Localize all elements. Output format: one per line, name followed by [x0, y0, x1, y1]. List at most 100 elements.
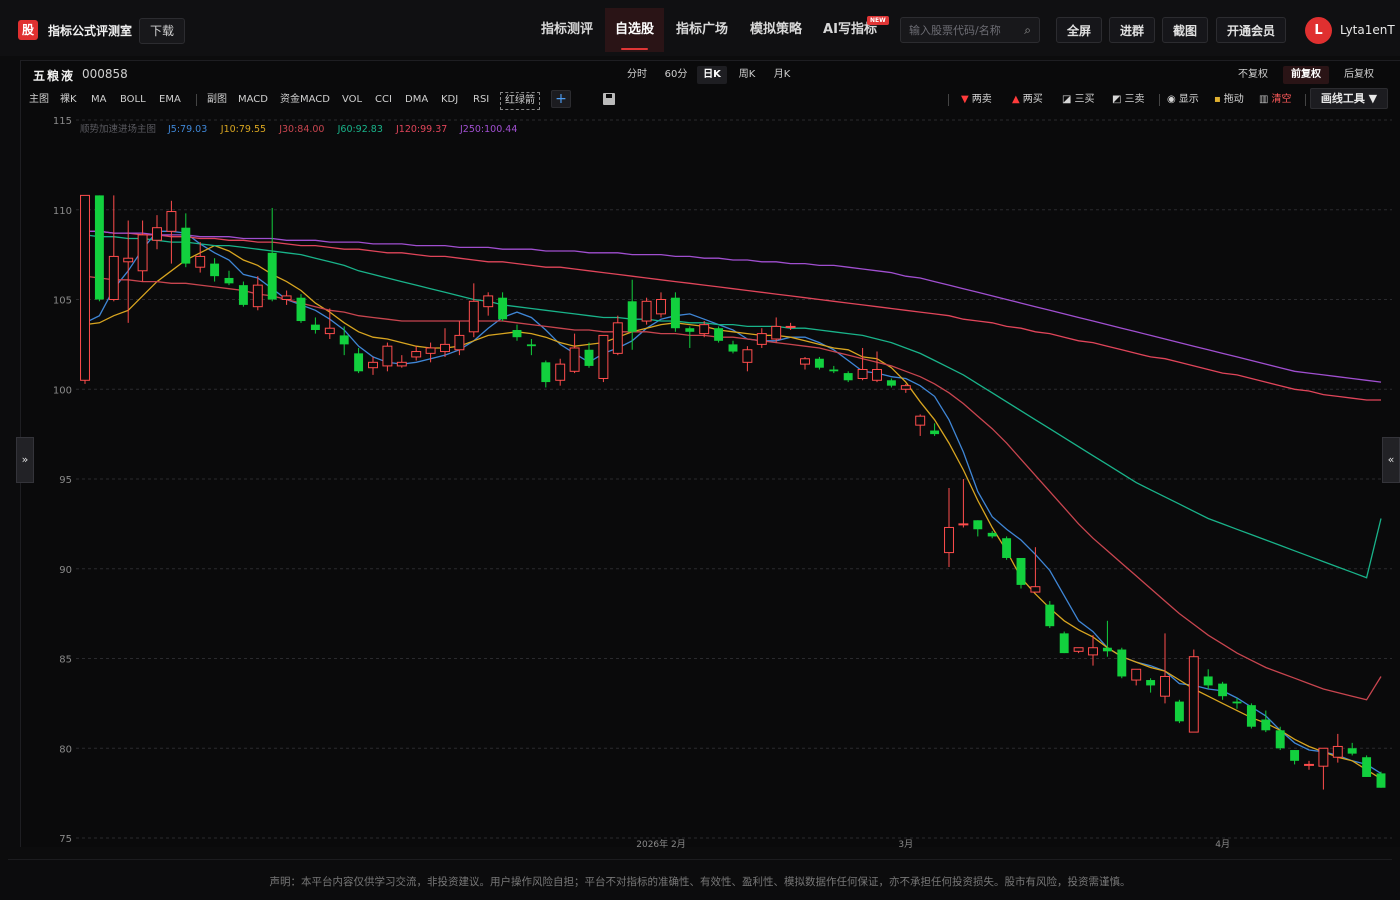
candle-body	[281, 295, 292, 301]
footer-divider	[8, 859, 1392, 860]
legend-title: 顺势加速进场主图	[80, 123, 156, 135]
y-tick-label: 80	[59, 744, 72, 755]
candle-body	[1160, 675, 1170, 697]
candle-body	[411, 351, 422, 358]
candle-body	[930, 430, 940, 435]
y-tick-label: 100	[53, 385, 72, 396]
candle-body	[900, 385, 911, 390]
candle-body	[224, 277, 234, 284]
candle-body	[368, 361, 378, 369]
candle-body	[857, 369, 868, 379]
candle-body	[1059, 633, 1069, 654]
legend-item: J30:84.00	[278, 124, 324, 135]
candle-body	[555, 363, 566, 381]
candle-body	[987, 532, 997, 537]
candle-body	[1332, 745, 1343, 758]
candle-body	[569, 347, 580, 372]
candle-body	[814, 358, 824, 368]
candle-body	[1275, 730, 1285, 749]
candle-body	[843, 373, 853, 381]
candle-body	[541, 362, 551, 383]
candle-body	[756, 333, 767, 345]
ma-line-j250	[85, 230, 1382, 383]
candle-body	[94, 195, 104, 300]
candle-body	[1246, 705, 1256, 727]
candle-body	[1088, 647, 1098, 656]
y-tick-label: 75	[59, 834, 72, 845]
disclaimer: 声明：本平台内容仅供学习交流，非投资建议。用户操作风险自担；平台不对指标的准确性…	[269, 876, 1131, 888]
candle-body	[1218, 683, 1228, 697]
candle-body	[1188, 656, 1199, 733]
y-tick-label: 95	[59, 475, 72, 486]
candle-body	[1261, 719, 1271, 731]
candle-body	[714, 328, 724, 341]
candle-body	[944, 526, 954, 554]
candle-body	[742, 349, 753, 363]
candle-body	[1030, 586, 1041, 593]
candle-body	[1318, 747, 1329, 767]
legend-item: J250:100.44	[459, 124, 517, 135]
candle-body	[612, 322, 623, 354]
candle-body	[829, 369, 839, 372]
candle-body	[656, 299, 666, 315]
candle-body	[699, 324, 710, 335]
y-tick-label: 115	[53, 116, 72, 127]
y-tick-label: 85	[59, 655, 72, 666]
candle-body	[137, 234, 148, 272]
candle-body	[498, 297, 508, 320]
candle-body	[728, 344, 738, 352]
candle-body	[396, 361, 407, 367]
candle-body	[1290, 750, 1300, 761]
legend-item: J10:79.55	[220, 124, 266, 135]
candle-body	[973, 520, 983, 530]
legend-item: J60:92.83	[337, 124, 383, 135]
candle-body	[526, 344, 536, 347]
candle-body	[1304, 763, 1314, 766]
kline-chart[interactable]: 75 80 85 90 95 100 105 110 115 2026年 2月 3月 4月 顺势加速进场…	[0, 0, 1400, 900]
y-tick-label: 110	[53, 206, 72, 217]
candle-body	[252, 284, 263, 308]
candle-body	[1045, 604, 1055, 627]
ma-line-j5	[84, 230, 1382, 774]
candle-body	[670, 297, 680, 329]
ma-line-j10	[84, 244, 1382, 780]
candle-body	[123, 257, 134, 263]
candle-body	[512, 330, 522, 338]
candle-body	[181, 227, 191, 264]
candle-body	[1131, 668, 1142, 681]
candle-body	[425, 347, 436, 354]
candle-body	[627, 301, 637, 332]
x-tick-label: 3月	[898, 839, 913, 850]
candle-body	[1073, 647, 1084, 652]
candle-body	[1376, 773, 1386, 788]
candle-body	[1203, 676, 1213, 686]
candle-body	[785, 325, 796, 328]
candle-body	[1146, 680, 1156, 686]
y-tick-label: 105	[53, 296, 72, 307]
candle-body	[1016, 557, 1026, 585]
candle-body	[685, 328, 695, 332]
candle-body	[1362, 757, 1372, 777]
candle-body	[800, 358, 810, 365]
x-tick-label: 4月	[1215, 839, 1230, 850]
legend-item: J120:99.37	[395, 124, 447, 135]
ma-line-j30	[84, 275, 1382, 701]
candle-body	[195, 255, 206, 268]
candle-body	[454, 334, 465, 351]
candle-body	[598, 334, 609, 379]
candle-body	[468, 300, 479, 333]
candle-body	[382, 345, 393, 367]
candle-body	[324, 327, 335, 335]
candle-body	[152, 227, 162, 241]
left-collapse-tab[interactable]: »	[16, 437, 34, 483]
candle-body	[771, 325, 782, 340]
candle-body	[1102, 647, 1112, 652]
candle-body	[339, 335, 349, 345]
candle-body	[1174, 701, 1184, 722]
candle-body	[886, 380, 896, 386]
candle-body	[210, 263, 220, 277]
right-collapse-tab[interactable]: «	[1382, 437, 1400, 483]
candle-body	[483, 295, 494, 308]
candle-body	[1117, 649, 1127, 677]
candle-body	[584, 349, 594, 366]
